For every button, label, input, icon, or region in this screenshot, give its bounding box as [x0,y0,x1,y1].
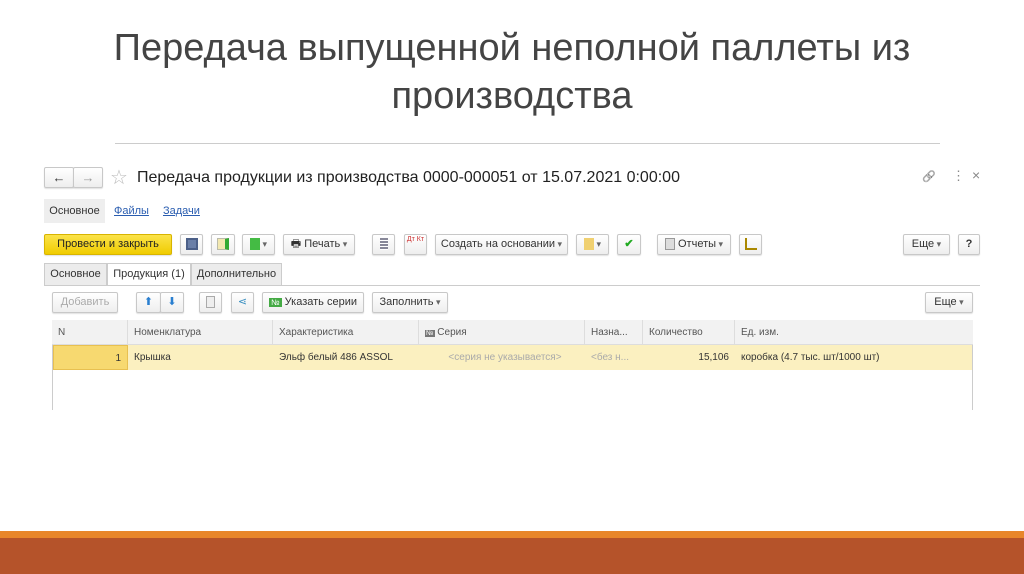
table-more-button[interactable]: Еще [925,292,973,313]
arrow-down-icon: ⬇ [167,296,177,308]
set-series-label: Указать серии [284,296,357,308]
divider [115,143,940,144]
print-button[interactable]: 🖶 Печать [283,234,355,255]
cell-characteristic[interactable]: Эльф белый 486 ASSOL [273,345,419,370]
footer-bar [0,538,1024,574]
col-unit[interactable]: Ед. изм. [735,320,973,345]
cell-purpose[interactable]: <без н... [585,345,643,370]
create-based-on-button[interactable]: Создать на основании [435,234,568,255]
printer-icon: 🖶 [290,238,305,250]
col-series-label: Серия [437,327,467,338]
cell-unit[interactable]: коробка (4.7 тыс. шт/1000 шт) [735,345,972,370]
cell-series[interactable]: <серия не указывается> [419,345,585,370]
dtkt-button[interactable]: Дт Кт [404,234,427,255]
share-icon: ⋖ [237,296,248,308]
footer-stripe [0,531,1024,538]
post-button[interactable] [211,234,235,255]
report-icon [664,238,675,251]
number-icon: № [269,298,282,307]
back-button[interactable]: ← [44,167,74,188]
more-icon[interactable]: ⋮ [952,168,965,184]
col-nomenclature[interactable]: Номенклатура [128,320,273,345]
split-button[interactable]: ⋖ [231,292,254,313]
section-main[interactable]: Основное [44,199,105,223]
tab-additional[interactable]: Дополнительно [191,263,282,285]
journal-button[interactable] [372,234,395,255]
close-icon[interactable]: × [972,167,980,183]
section-files[interactable]: Файлы [114,205,149,217]
col-purpose[interactable]: Назна... [585,320,643,345]
window-title: Передача продукции из производства 0000-… [137,169,680,186]
tabs-divider [44,285,980,286]
cell-quantity[interactable]: 15,106 [643,345,735,370]
col-n[interactable]: N [52,320,128,345]
help-button[interactable]: ? [958,234,980,255]
docs-icon [249,238,260,251]
doc-clock-icon [583,238,594,251]
cell-n[interactable]: 1 [53,345,128,370]
cell-nomenclature[interactable]: Крышка [128,345,273,370]
reports-label: Отчеты [678,238,717,250]
forward-button[interactable]: → [73,167,103,188]
structure-button[interactable] [739,234,762,255]
number-icon: № [425,330,435,337]
related-docs-button[interactable] [242,234,275,255]
post-and-close-button[interactable]: Провести и закрыть [44,234,172,255]
move-up-button[interactable]: ⬆ [136,292,161,313]
reports-button[interactable]: Отчеты [657,234,731,255]
tab-products[interactable]: Продукция (1) [107,263,191,286]
move-down-button[interactable]: ⬇ [160,292,184,313]
fill-button[interactable]: Заполнить [372,292,448,313]
copy-icon [206,296,215,309]
col-characteristic[interactable]: Характеристика [273,320,419,345]
arrow-right-icon: → [81,170,95,185]
add-button[interactable]: Добавить [52,292,118,313]
arrow-up-icon: ⬆ [143,296,154,308]
section-tasks[interactable]: Задачи [163,205,200,217]
hierarchy-icon [744,238,757,251]
save-icon [185,238,198,251]
post-icon [217,238,229,251]
check-icon: ✔ [624,238,634,250]
star-icon[interactable]: ☆ [110,165,128,190]
save-button[interactable] [180,234,203,255]
print-label: Печать [304,238,341,250]
more-button[interactable]: Еще [903,234,950,255]
tab-main[interactable]: Основное [44,263,107,285]
col-quantity[interactable]: Количество [643,320,735,345]
arrow-left-icon: ← [52,170,66,185]
list-icon [379,238,388,251]
col-series[interactable]: № Серия [419,320,585,345]
set-series-button[interactable]: № Указать серии [262,292,364,313]
slide-title: Передача выпущенной неполной паллеты из … [113,27,911,117]
check-button[interactable]: ✔ [617,234,641,255]
tasks-button[interactable] [576,234,609,255]
copy-button[interactable] [199,292,222,313]
link-icon[interactable]: 🔗 [922,170,936,183]
